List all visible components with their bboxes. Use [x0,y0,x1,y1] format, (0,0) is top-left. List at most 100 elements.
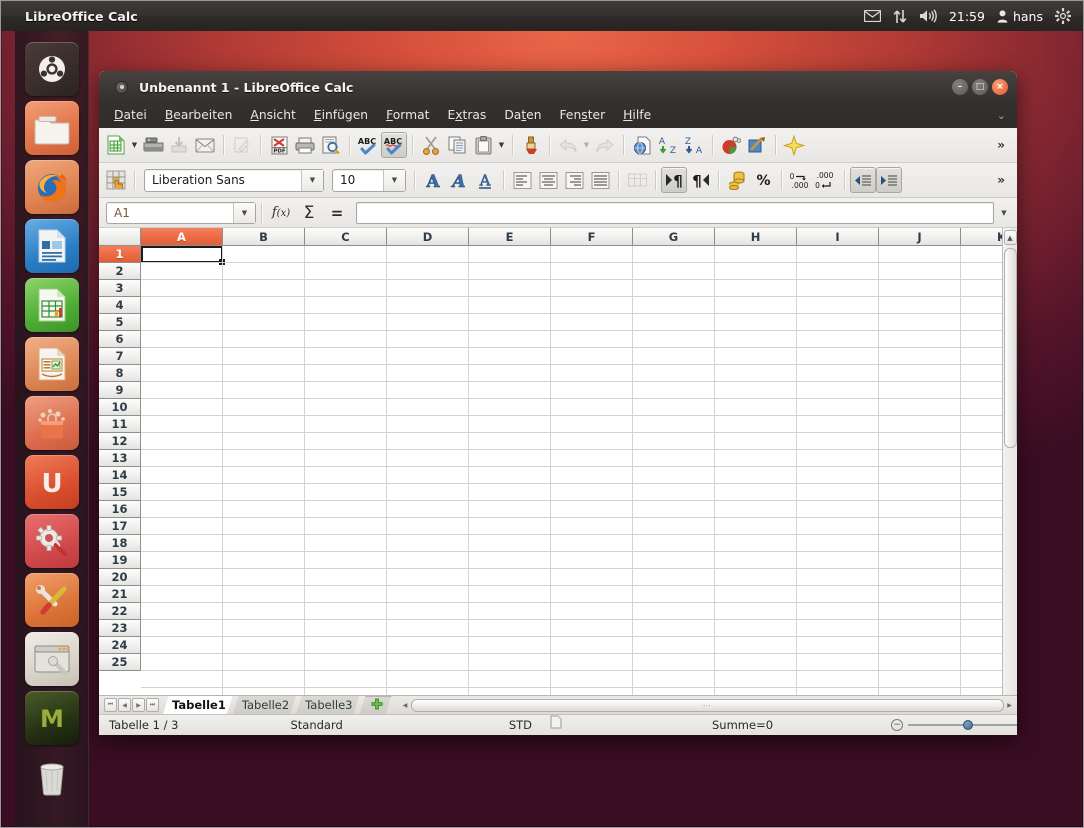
sort-descending-button[interactable]: Z A [681,132,707,158]
column-header-C[interactable]: C [305,228,387,246]
row-header-12[interactable]: 12 [99,433,141,450]
launcher-item-window-manager[interactable] [25,632,79,686]
scroll-left-arrow[interactable]: ◀ [400,699,411,712]
font-size-combo[interactable]: 10 ▼ [332,169,406,192]
new-document-dropdown-arrow[interactable]: ▼ [129,132,140,158]
undo-dropdown-arrow[interactable]: ▼ [581,132,592,158]
align-center-button[interactable] [535,167,561,193]
zoom-track[interactable] [908,724,1017,726]
print-preview-button[interactable] [318,132,344,158]
minimize-button[interactable]: – [952,79,968,95]
row-header-21[interactable]: 21 [99,586,141,603]
vertical-scroll-thumb[interactable] [1004,248,1017,448]
italic-button[interactable]: A [446,167,472,193]
row-header-13[interactable]: 13 [99,450,141,467]
scroll-up-arrow[interactable]: ▲ [1004,230,1017,245]
formula-bar-expand-arrow[interactable]: ▼ [996,201,1012,225]
menu-bearbeiten[interactable]: Bearbeiten [156,103,242,128]
increase-indent-button[interactable] [876,167,902,193]
row-header-16[interactable]: 16 [99,501,141,518]
launcher-item-tools[interactable] [25,573,79,627]
redo-button[interactable] [592,132,618,158]
horizontal-scrollbar[interactable]: ◀ ⋯ ▶ [398,696,1018,714]
chart-button[interactable] [718,132,744,158]
menu-format[interactable]: Format [377,103,438,128]
add-decimal-button[interactable]: 0 .000 [787,167,813,193]
row-header-4[interactable]: 4 [99,297,141,314]
hyperlink-button[interactable] [629,132,655,158]
sheet-nav-next-button[interactable]: ▶ [132,698,145,712]
launcher-item-ubuntu-one[interactable]: U [25,455,79,509]
undo-button[interactable] [555,132,581,158]
name-box[interactable]: A1 ▼ [106,202,256,224]
launcher-item-firefox[interactable] [25,160,79,214]
launcher-item-libreoffice-impress[interactable] [25,337,79,391]
formatting-toolbar-more-button[interactable]: » [989,173,1013,187]
draw-functions-button[interactable] [744,132,770,158]
window-menu-icon[interactable] [115,81,128,94]
sheet-nav-last-button[interactable]: ⏭ [146,698,159,712]
menu-ansicht[interactable]: Ansicht [241,103,304,128]
row-header-17[interactable]: 17 [99,518,141,535]
name-box-dropdown-arrow[interactable]: ▼ [233,203,255,223]
function-wizard-button[interactable]: f(x) [267,201,295,225]
percent-format-button[interactable]: % [750,167,776,193]
spelling-check-button[interactable]: ABC [355,132,381,158]
row-header-8[interactable]: 8 [99,365,141,382]
formula-equals-button[interactable]: = [323,201,351,225]
delete-decimal-button[interactable]: .000 0 [813,167,839,193]
horizontal-scroll-thumb[interactable]: ⋯ [411,699,1005,712]
decrease-indent-button[interactable] [850,167,876,193]
close-button[interactable]: × [992,79,1008,95]
sheet-tab-tabelle1[interactable]: Tabelle1 [163,695,233,714]
launcher-item-ubuntu-software[interactable] [25,396,79,450]
row-header-22[interactable]: 22 [99,603,141,620]
column-header-B[interactable]: B [223,228,305,246]
font-name-combo[interactable]: Liberation Sans ▼ [144,169,324,192]
status-page-style[interactable]: Standard [280,715,352,736]
row-header-9[interactable]: 9 [99,382,141,399]
clone-formatting-button[interactable] [518,132,544,158]
standard-toolbar-more-button[interactable]: » [989,138,1013,152]
sum-button[interactable]: Σ [295,201,323,225]
sheet-tab-tabelle3[interactable]: Tabelle3 [296,695,359,714]
status-insert-mode[interactable]: STD [499,715,542,736]
menu-einfuegen[interactable]: Einfügen [305,103,377,128]
launcher-item-files[interactable] [25,101,79,155]
special-character-button[interactable] [781,132,807,158]
new-document-button[interactable] [103,132,129,158]
column-header-F[interactable]: F [551,228,633,246]
underline-button[interactable]: A [472,167,498,193]
row-header-11[interactable]: 11 [99,416,141,433]
menu-datei[interactable]: DDateiatei [105,103,156,128]
column-header-H[interactable]: H [715,228,797,246]
open-document-button[interactable] [140,132,166,158]
autospellcheck-button[interactable]: ABC [381,132,407,158]
column-header-E[interactable]: E [469,228,551,246]
launcher-item-trash[interactable] [25,750,79,804]
print-document-button[interactable] [292,132,318,158]
merge-cells-button[interactable] [624,167,650,193]
copy-button[interactable] [444,132,470,158]
user-menu[interactable]: hans [997,9,1043,24]
row-header-19[interactable]: 19 [99,552,141,569]
row-header-23[interactable]: 23 [99,620,141,637]
menu-hilfe[interactable]: Hilfe [614,103,660,128]
clock[interactable]: 21:59 [949,9,985,24]
launcher-item-media-app[interactable]: M [25,691,79,745]
row-header-7[interactable]: 7 [99,348,141,365]
mail-icon[interactable] [864,10,881,22]
launcher-item-libreoffice-calc[interactable] [25,278,79,332]
row-header-15[interactable]: 15 [99,484,141,501]
maximize-button[interactable]: □ [972,79,988,95]
font-size-dropdown-arrow[interactable]: ▼ [383,170,405,191]
scroll-right-arrow[interactable]: ▶ [1004,699,1015,712]
column-header-D[interactable]: D [387,228,469,246]
row-header-18[interactable]: 18 [99,535,141,552]
sort-ascending-button[interactable]: A Z [655,132,681,158]
row-header-1[interactable]: 1 [99,246,141,263]
panel-app-name[interactable]: LibreOffice Calc [25,9,138,24]
row-header-6[interactable]: 6 [99,331,141,348]
row-header-25[interactable]: 25 [99,654,141,671]
column-header-I[interactable]: I [797,228,879,246]
